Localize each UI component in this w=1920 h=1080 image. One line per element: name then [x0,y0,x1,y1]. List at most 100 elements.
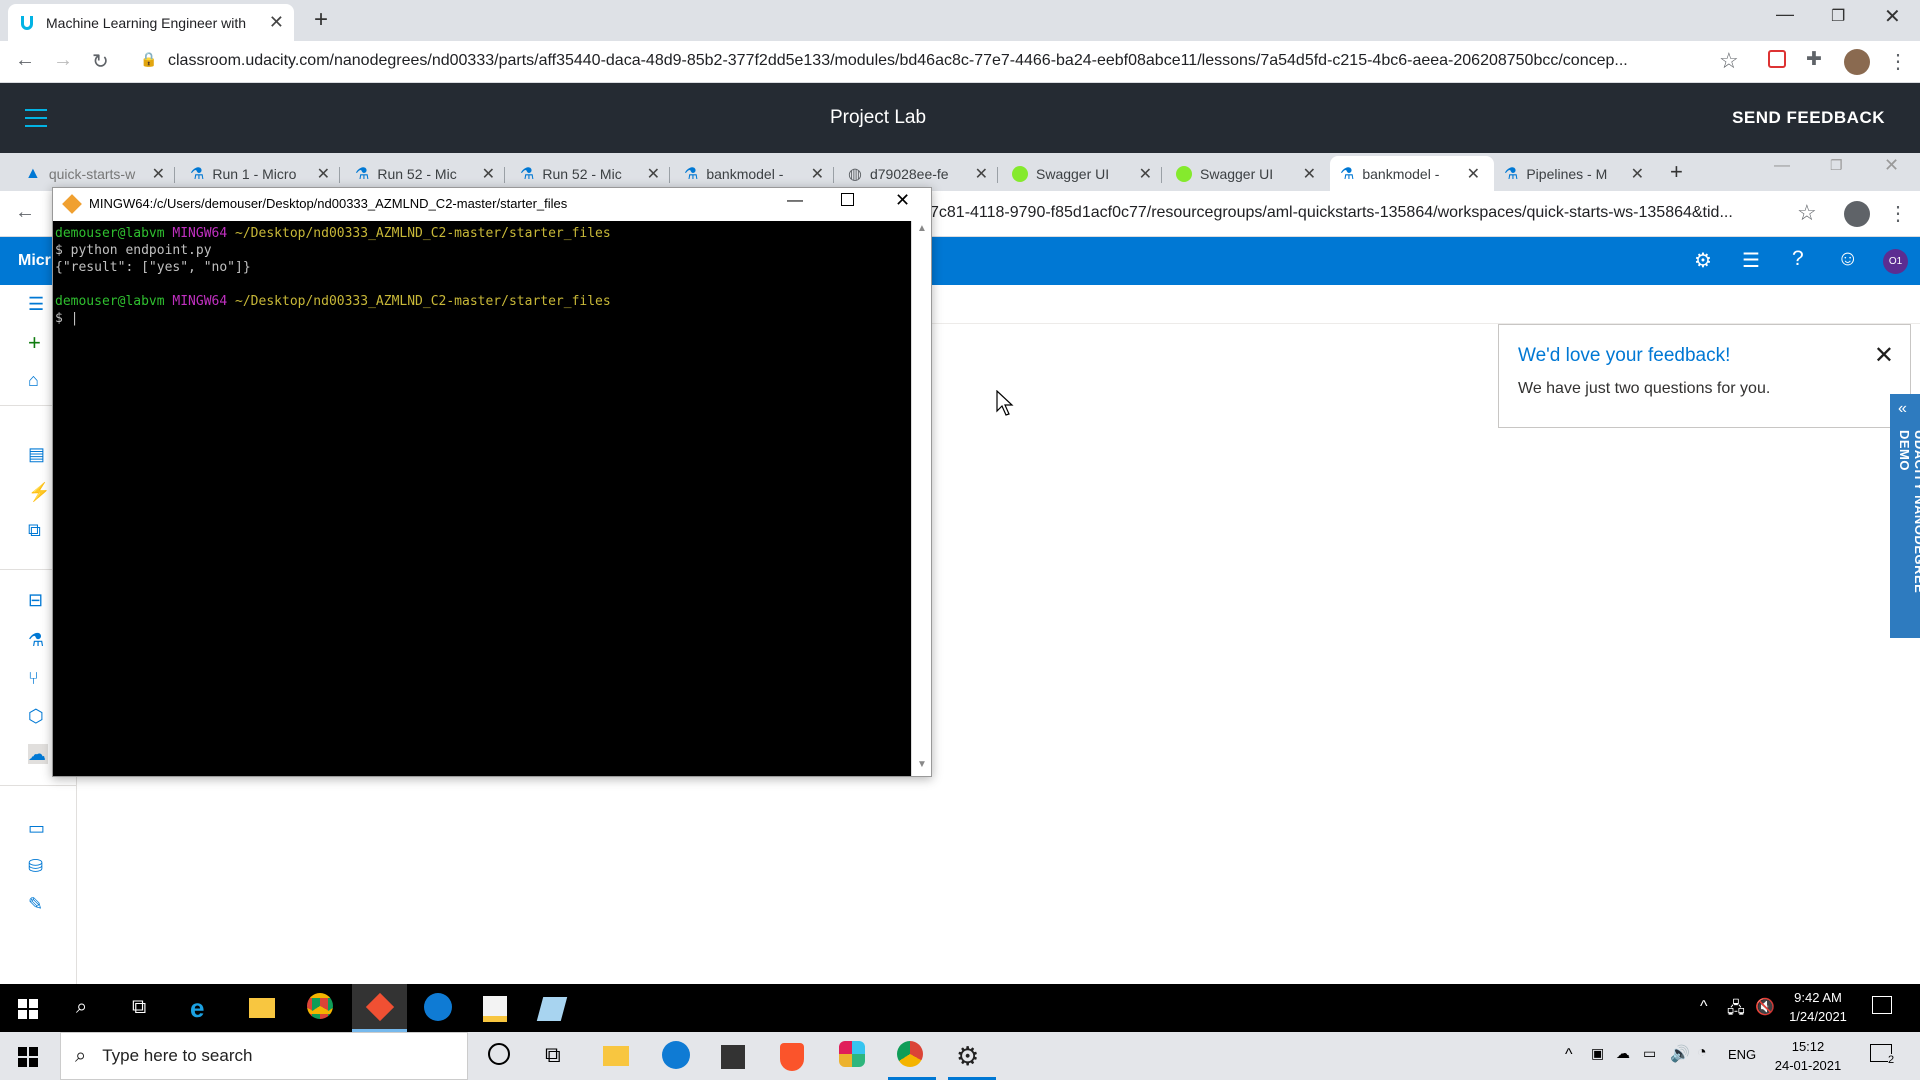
close-icon[interactable]: ✕ [1631,164,1644,184]
task-view-icon[interactable]: ⧉ [545,1042,561,1068]
windows-start-icon[interactable] [18,999,38,1019]
menu-kebab-icon[interactable]: ⋮ [1888,49,1908,74]
close-icon[interactable]: ✕ [811,164,824,184]
new-tab-icon[interactable]: + [314,6,328,34]
inner-address-bar[interactable]: 7c81-4118-9790-f85d1acf0c77/resourcegrou… [930,204,1780,222]
user-avatar[interactable]: O1 [1883,249,1908,274]
inner-tab[interactable]: ▲ quick-starts-w ✕ [25,159,165,189]
inner-tab[interactable]: Swagger UI ✕ [1012,159,1152,189]
chevron-up-icon[interactable]: ^ [1700,998,1708,1016]
labeling-icon[interactable]: ✎ [28,894,48,914]
inner-tab[interactable]: Swagger UI ✕ [1176,159,1316,189]
minimize-icon[interactable]: — [1776,4,1794,25]
compute-icon[interactable]: ▭ [28,818,48,838]
edge-icon[interactable] [662,1041,692,1071]
pipelines-icon[interactable]: ⑂ [28,668,48,688]
chevron-down-icon[interactable]: ▼ [917,759,927,770]
menu-kebab-icon[interactable]: ⋮ [1888,201,1908,226]
azure-storage-icon[interactable] [536,993,570,1023]
experiments-icon[interactable]: ⚗ [28,630,48,650]
close-icon[interactable]: ✕ [1467,164,1480,184]
address-bar[interactable]: classroom.udacity.com/nanodegrees/nd0033… [168,52,1708,70]
back-icon[interactable]: ← [15,49,35,72]
datasets-icon[interactable]: ⊟ [28,590,48,610]
git-bash-icon[interactable] [365,992,396,1023]
settings-icon[interactable]: ⚙ [956,1041,986,1071]
close-window-icon[interactable]: ✕ [1884,155,1899,176]
close-icon[interactable]: ✕ [647,164,660,184]
volume-icon[interactable]: 🔊 [1670,1044,1690,1064]
close-icon[interactable]: ✕ [975,164,988,184]
wifi-icon[interactable]: ◔ [1697,1044,1707,1062]
volume-muted-icon[interactable]: 🔇 [1755,997,1775,1017]
help-icon[interactable]: ? [1792,247,1804,271]
inner-tab[interactable]: ⚗ Pipelines - M ✕ [1504,159,1644,189]
bookmark-star-icon[interactable]: ☆ [1719,48,1739,74]
action-center-icon[interactable] [1872,996,1892,1014]
store-icon[interactable] [721,1041,751,1071]
notifications-icon[interactable]: ☰ [1742,248,1760,273]
cortana-icon[interactable] [488,1043,510,1065]
chrome-icon[interactable] [307,993,337,1023]
slack-icon[interactable] [839,1041,869,1071]
brave-icon[interactable] [780,1041,810,1071]
file-explorer-icon[interactable] [603,1041,633,1071]
designer-icon[interactable]: ⧉ [28,520,48,540]
close-icon[interactable]: ✕ [895,190,910,211]
restore-icon[interactable]: ❐ [1830,157,1843,174]
inner-tab-active[interactable]: ⚗ bankmodel - ✕ [1340,159,1480,189]
terminal-output[interactable]: demouser@labvm MINGW64 ~/Desktop/nd00333… [53,221,911,776]
extension-icon[interactable] [1768,50,1786,68]
minimize-icon[interactable]: — [1774,157,1790,175]
bookmark-star-icon[interactable]: ☆ [1797,200,1817,226]
close-icon[interactable]: ✕ [482,164,495,184]
home-icon[interactable]: ⌂ [28,370,48,390]
restore-icon[interactable]: ❐ [1831,6,1845,26]
back-icon[interactable]: ← [15,201,35,224]
taskbar-search[interactable]: ⌕ Type here to search [60,1032,468,1080]
settings-icon[interactable]: ⚙ [1694,248,1712,273]
chevron-up-icon[interactable]: ^ [1565,1046,1573,1064]
minimize-icon[interactable]: — [787,192,803,210]
inner-tab[interactable]: ⚗ Run 52 - Mic ✕ [355,159,495,189]
close-icon[interactable]: ✕ [317,164,330,184]
reload-icon[interactable]: ↻ [92,49,109,74]
inner-tab[interactable]: ⚗ Run 52 - Mic ✕ [520,159,660,189]
battery-icon[interactable]: ▭ [1643,1045,1656,1062]
chevron-up-icon[interactable]: ▲ [917,223,927,234]
files-icon[interactable] [483,993,513,1023]
new-tab-icon[interactable]: + [1670,159,1683,185]
profile-avatar[interactable] [1844,49,1870,75]
smiley-icon[interactable]: ☺ [1837,247,1858,271]
outer-tab-active[interactable]: Machine Learning Engineer with ✕ [8,4,294,41]
plus-icon[interactable]: + [28,330,48,355]
close-icon[interactable]: ✕ [1303,164,1316,184]
inner-tab[interactable]: ⚗ Run 1 - Micro ✕ [190,159,330,189]
maximize-icon[interactable] [841,193,854,206]
ie-icon[interactable]: e [190,993,220,1023]
notebook-icon[interactable]: ▤ [28,444,48,464]
send-feedback-button[interactable]: SEND FEEDBACK [1732,83,1885,153]
onedrive-icon[interactable]: ☁ [1616,1045,1630,1062]
edge-icon[interactable] [424,993,454,1023]
datastores-icon[interactable]: ⛁ [28,856,48,876]
forward-icon[interactable]: → [53,49,73,72]
hamburger-icon[interactable]: ☰ [28,294,48,314]
puzzle-icon[interactable]: ✚ [1806,48,1822,71]
chrome-icon[interactable] [897,1041,927,1071]
automl-icon[interactable]: ⚡ [28,482,50,502]
language-indicator[interactable]: ENG [1728,1047,1756,1062]
host-clock[interactable]: 15:12 24-01-2021 [1768,1037,1848,1075]
close-icon[interactable]: ✕ [1874,341,1894,370]
endpoints-icon[interactable]: ☁ [28,744,48,764]
file-explorer-icon[interactable] [249,993,279,1023]
close-icon[interactable]: ✕ [152,164,165,184]
vm-clock[interactable]: 9:42 AM 1/24/2021 [1778,988,1858,1026]
udacity-demo-tab[interactable]: « UDACITY NANODEGREE DEMO [1890,394,1920,638]
close-icon[interactable]: ✕ [269,12,284,33]
task-view-icon[interactable]: ⧉ [132,996,146,1019]
close-window-icon[interactable]: ✕ [1884,4,1901,29]
search-icon[interactable]: ⌕ [76,996,87,1019]
network-icon[interactable]: 🖧 [1727,997,1745,1024]
account-icon[interactable] [1844,201,1870,227]
